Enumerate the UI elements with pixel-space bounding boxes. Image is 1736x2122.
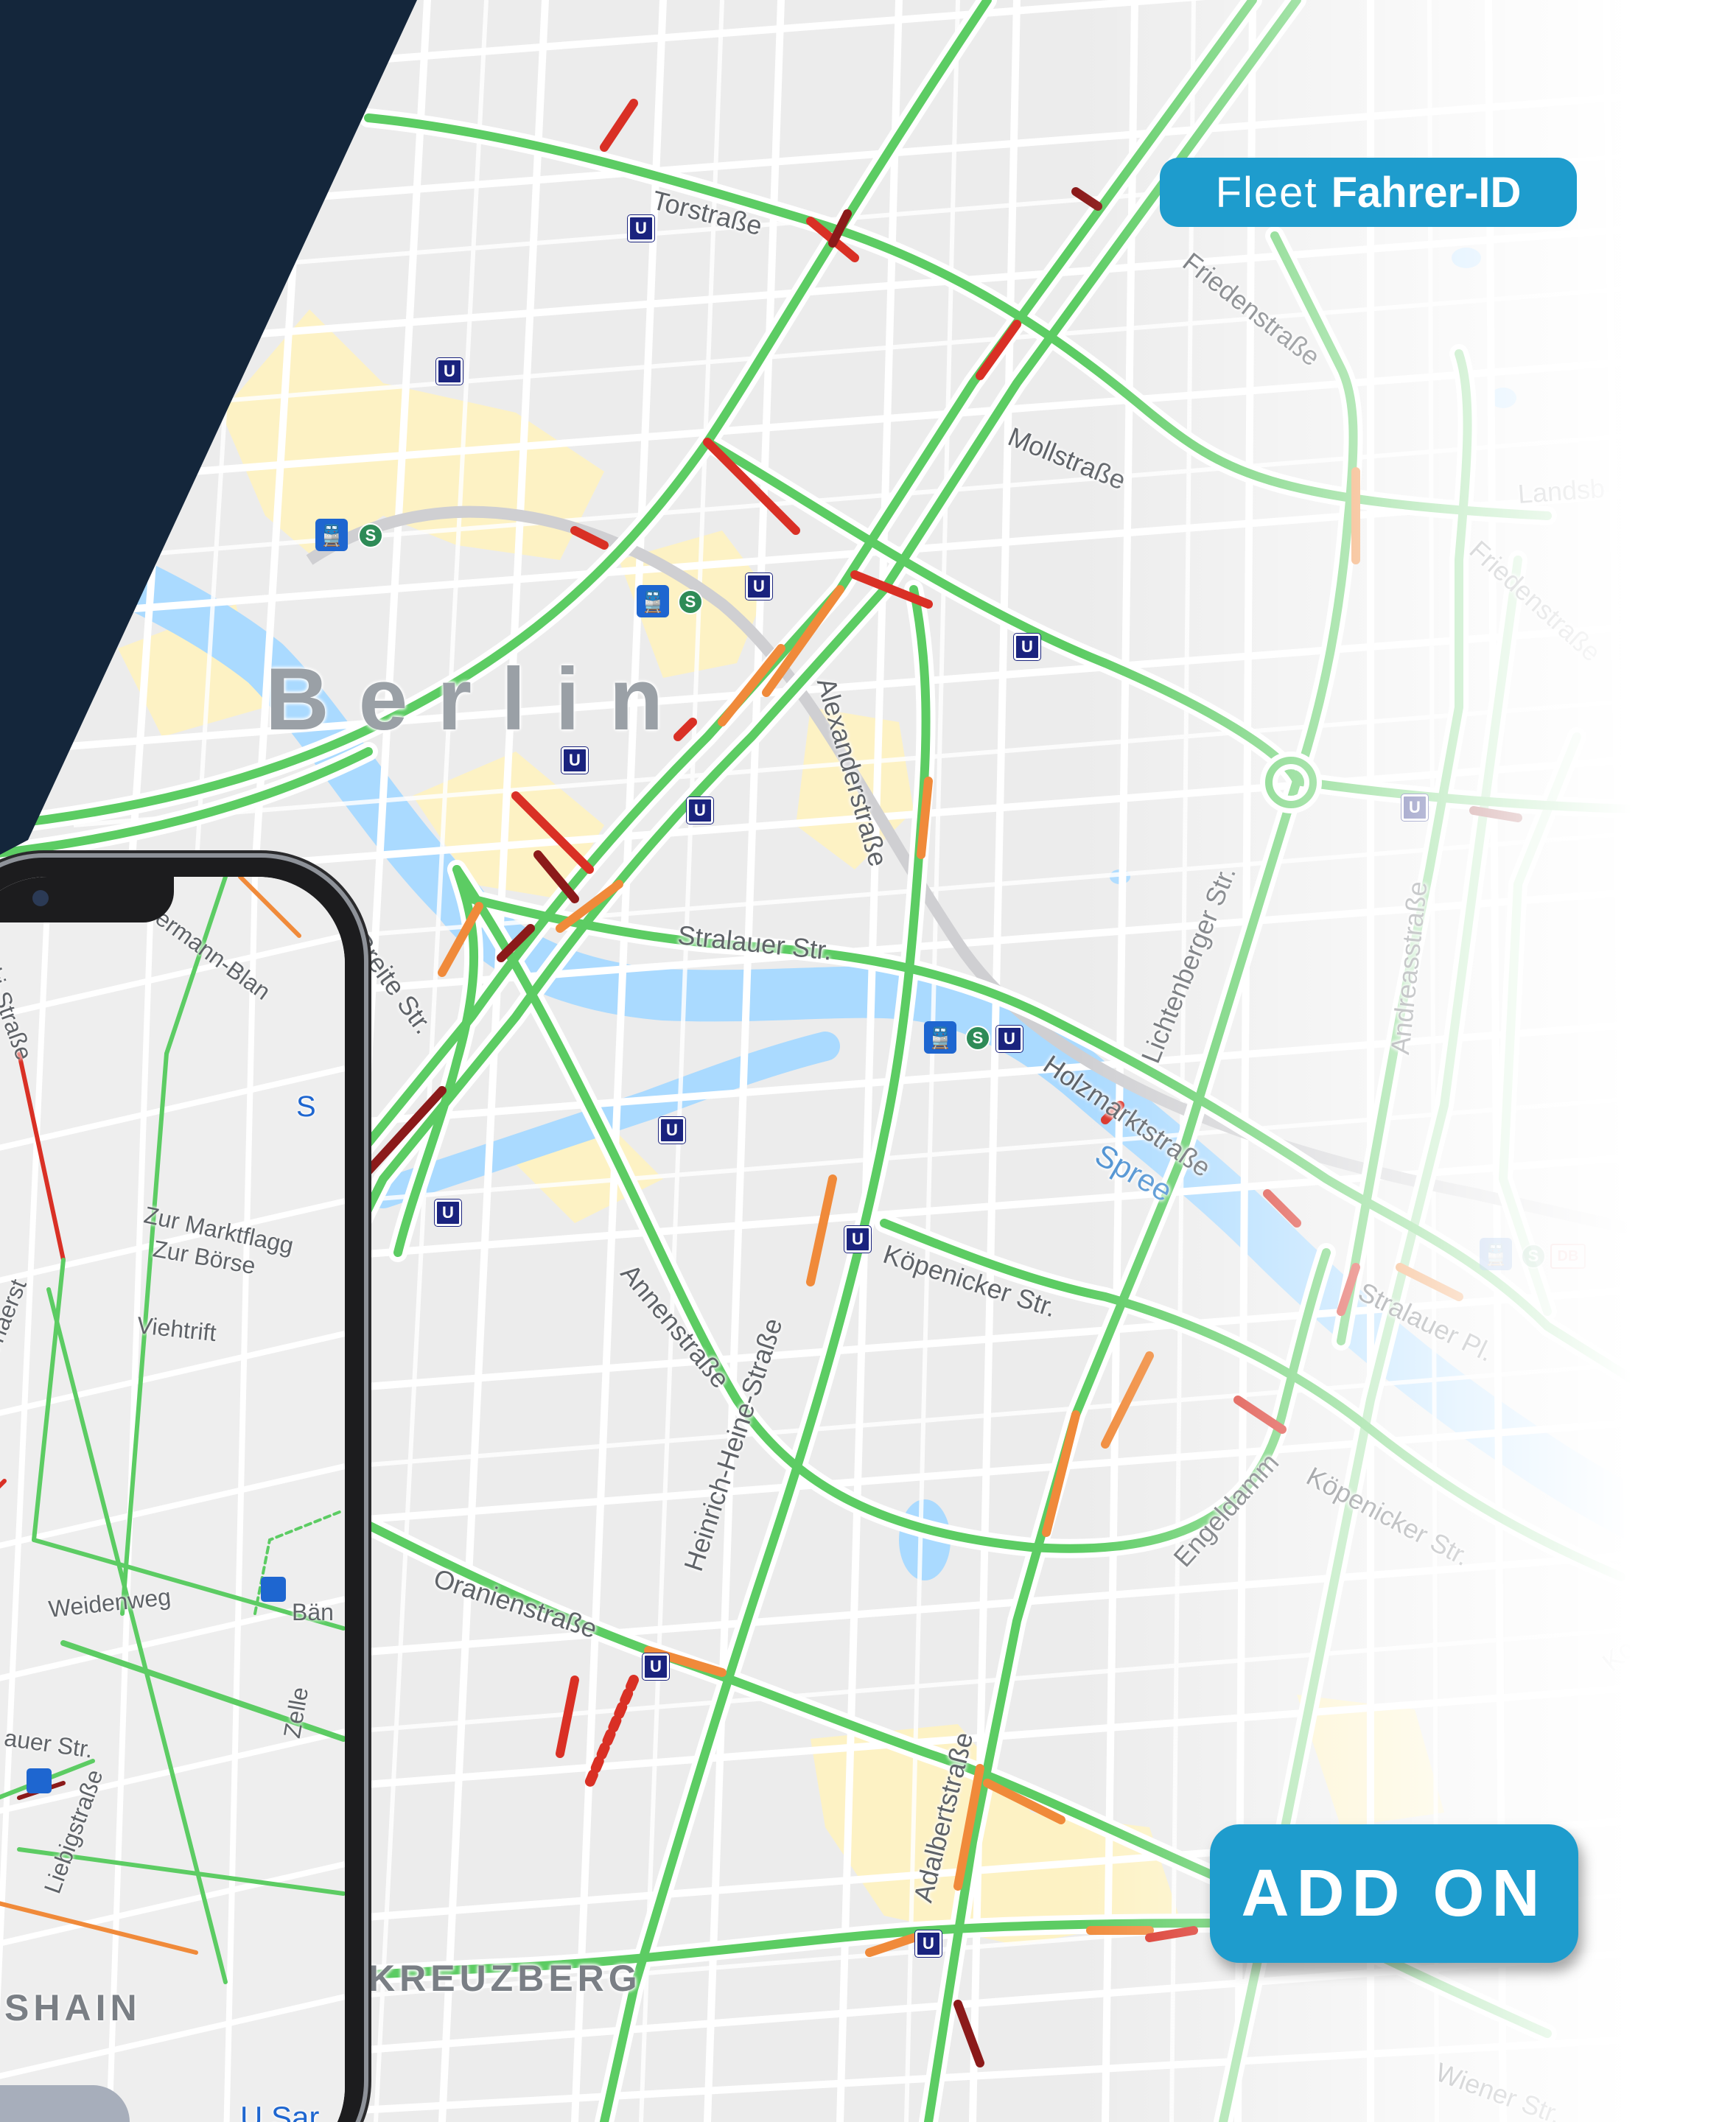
district-label-kreuzberg: KREUZBERG — [368, 1958, 642, 1999]
street-label-landsberger: Landsb — [1516, 472, 1606, 509]
phone-notch — [0, 877, 174, 922]
u-bahn-icon[interactable]: U — [659, 1117, 685, 1144]
u-bahn-icon[interactable]: U — [628, 215, 654, 242]
map-screenshot: Berlin Torstraße Friedenstraße Mollstraß… — [0, 0, 1736, 2122]
phone-street-baen: Bän — [292, 1599, 334, 1625]
camera-icon — [32, 890, 49, 906]
u-bahn-icon[interactable]: U — [643, 1653, 669, 1680]
train-station-icon[interactable]: 🚆 — [1480, 1238, 1512, 1270]
u-bahn-icon[interactable]: U — [435, 1200, 461, 1226]
s-bahn-icon[interactable]: S — [358, 523, 383, 548]
u-bahn-icon[interactable]: U — [1014, 634, 1040, 660]
phone-s-mark: S — [296, 1090, 316, 1123]
db-icon[interactable]: DB — [1550, 1244, 1586, 1269]
train-station-icon[interactable]: 🚆 — [637, 585, 669, 617]
train-station-icon[interactable]: 🚆 — [315, 519, 348, 551]
u-bahn-icon[interactable]: U — [996, 1026, 1023, 1052]
city-label: Berlin — [265, 650, 693, 749]
u-bahn-icon[interactable]: U — [561, 747, 588, 774]
s-bahn-icon[interactable]: S — [1521, 1244, 1546, 1269]
u-bahn-icon[interactable]: U — [436, 358, 463, 385]
phone-mockup: Hermann-Blan wski-Straße S Zur Marktflag… — [0, 858, 364, 2122]
phone-screen-map[interactable]: Hermann-Blan wski-Straße S Zur Marktflag… — [0, 877, 345, 2122]
u-bahn-icon[interactable]: U — [746, 573, 772, 600]
fleet-fahrer-id-badge: Fleet Fahrer-ID — [1160, 158, 1577, 227]
add-on-button[interactable]: ADD ON — [1210, 1824, 1578, 1963]
badge-prefix: Fleet — [1215, 168, 1318, 217]
s-bahn-icon[interactable]: S — [678, 589, 703, 614]
u-bahn-icon[interactable]: U — [844, 1226, 871, 1253]
phone-location-chip[interactable]: z — [0, 2085, 130, 2122]
s-bahn-icon[interactable]: S — [965, 1026, 990, 1051]
u-bahn-icon[interactable]: U — [915, 1930, 942, 1957]
u-bahn-icon[interactable]: U — [687, 797, 713, 824]
badge-emphasis: Fahrer-ID — [1331, 168, 1522, 217]
phone-street-u-sa: U Sar — [240, 2100, 320, 2122]
phone-district-label: SHAIN — [4, 1987, 141, 2028]
phone-traffic-map[interactable] — [0, 877, 345, 2122]
u-bahn-icon[interactable]: U — [1401, 794, 1428, 821]
train-station-icon[interactable]: 🚆 — [924, 1021, 956, 1054]
